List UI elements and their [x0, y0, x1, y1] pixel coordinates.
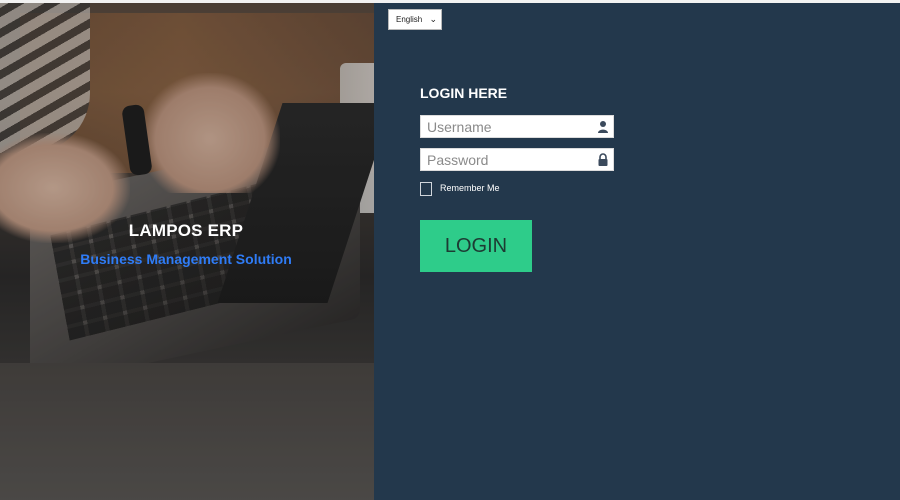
remember-me[interactable]: Remember Me: [420, 181, 540, 197]
lock-icon: [598, 153, 608, 166]
username-input[interactable]: [421, 116, 597, 137]
password-field[interactable]: [420, 148, 614, 171]
remember-me-label: Remember Me: [440, 183, 500, 193]
chevron-down-icon: ⌄: [429, 14, 437, 24]
login-heading: LOGIN HERE: [420, 85, 508, 101]
language-select[interactable]: English ⌄: [388, 9, 442, 30]
password-input[interactable]: [421, 149, 597, 170]
username-field[interactable]: [420, 115, 614, 138]
brand-subtitle: Business Management Solution: [80, 251, 292, 267]
login-button[interactable]: LOGIN: [420, 220, 532, 272]
language-select-value: English: [396, 15, 423, 24]
brand-title: LAMPOS ERP: [128, 221, 244, 240]
remember-me-checkbox[interactable]: [420, 182, 432, 196]
user-icon: [598, 121, 608, 133]
